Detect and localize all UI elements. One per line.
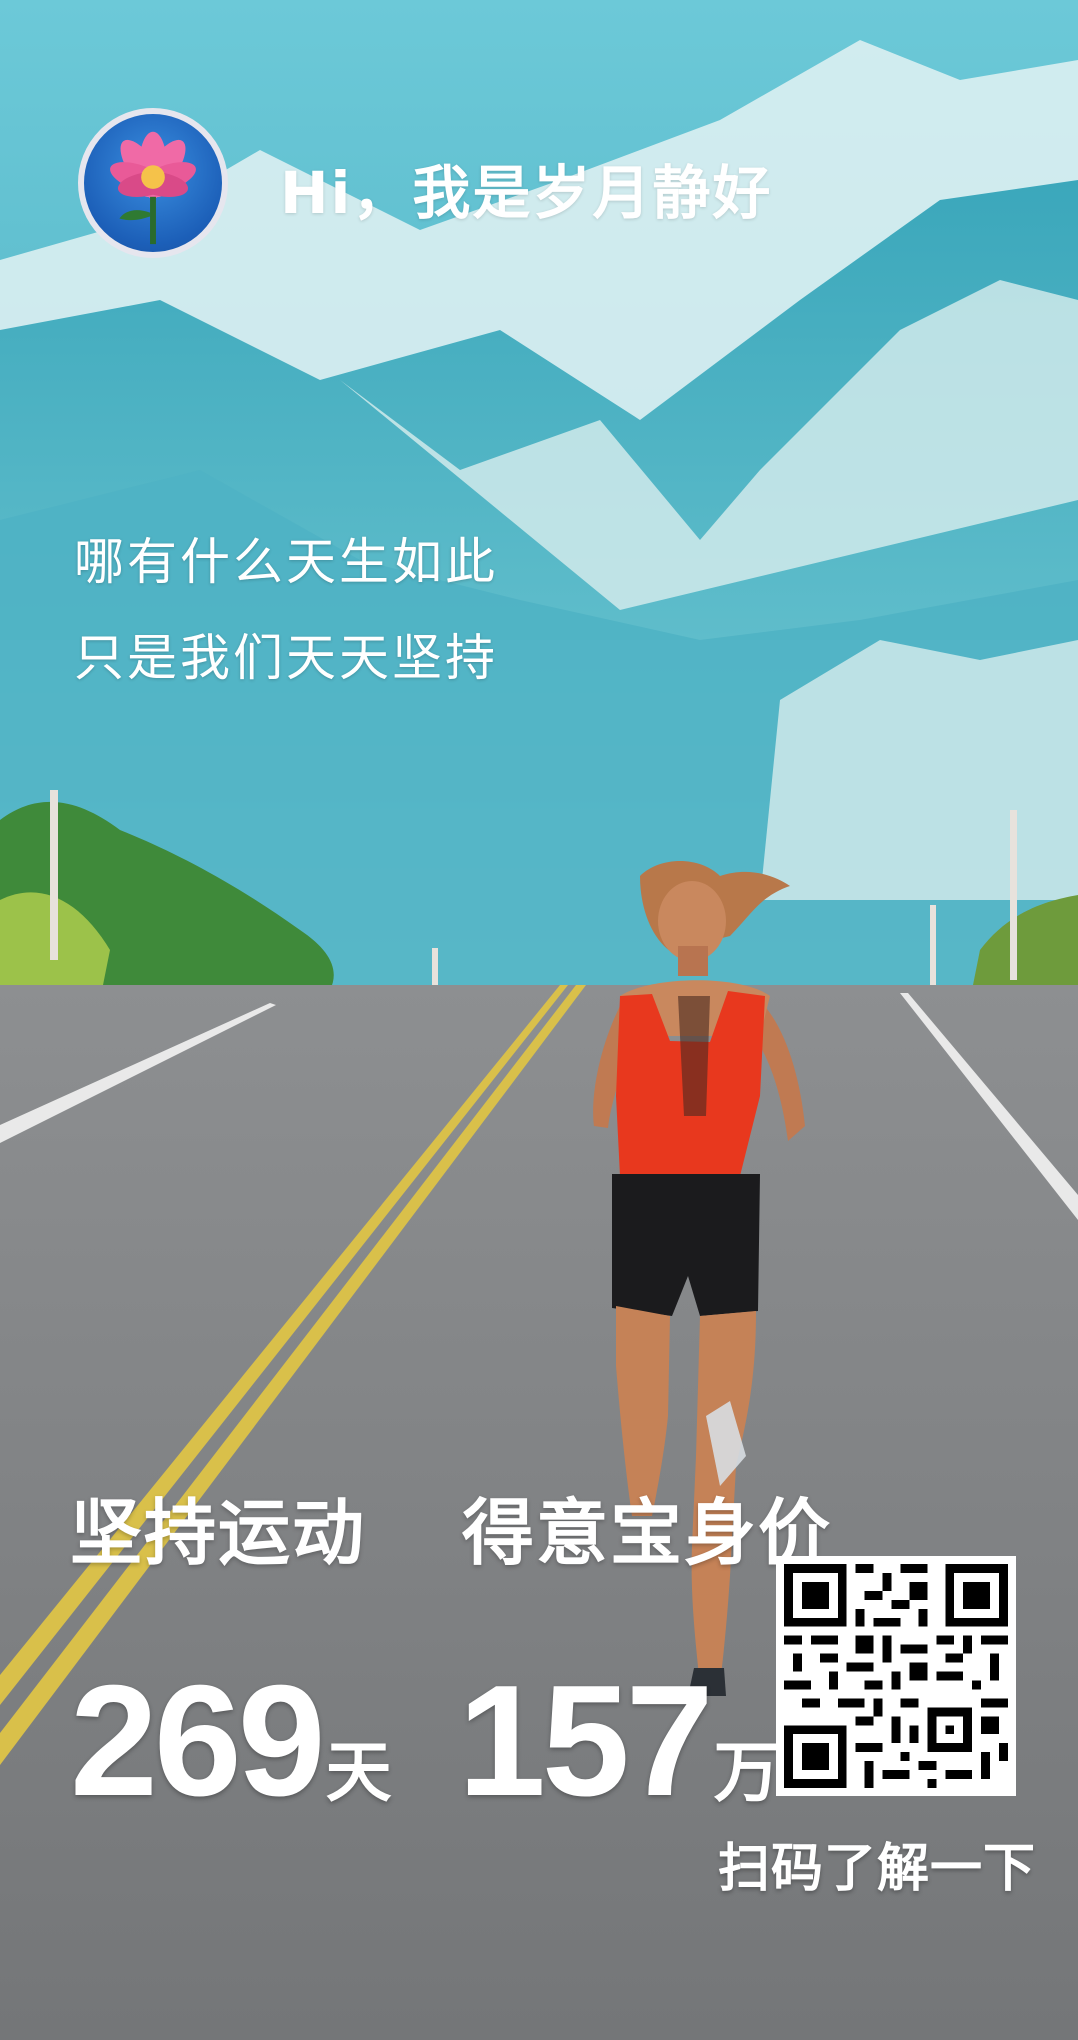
assets-number: 157 — [458, 1653, 714, 1829]
exercise-days-label: 坚持运动 — [70, 1491, 367, 1575]
poster: Hi，我是岁月静好 哪有什么天生如此 只是我们天天坚持 坚持运动 得意宝身价 2… — [0, 0, 1078, 2040]
scan-qr-caption: 扫码了解一下 — [718, 1839, 1037, 1899]
pink-lotus-flower-icon — [110, 131, 196, 245]
exercise-days-value: 269天 — [70, 1662, 392, 1820]
assets-value: 157万 — [458, 1662, 780, 1820]
exercise-days-number: 269 — [70, 1653, 326, 1829]
greeting-title: Hi，我是岁月静好 — [280, 159, 773, 227]
assets-unit: 万 — [713, 1734, 780, 1811]
avatar[interactable] — [78, 108, 228, 258]
exercise-days-unit: 天 — [325, 1734, 392, 1811]
quote-line-1: 哪有什么天生如此 — [74, 533, 498, 591]
qr-code-icon — [784, 1564, 1008, 1788]
quote-line-2: 只是我们天天坚持 — [74, 629, 498, 687]
qr-code[interactable] — [776, 1556, 1016, 1796]
